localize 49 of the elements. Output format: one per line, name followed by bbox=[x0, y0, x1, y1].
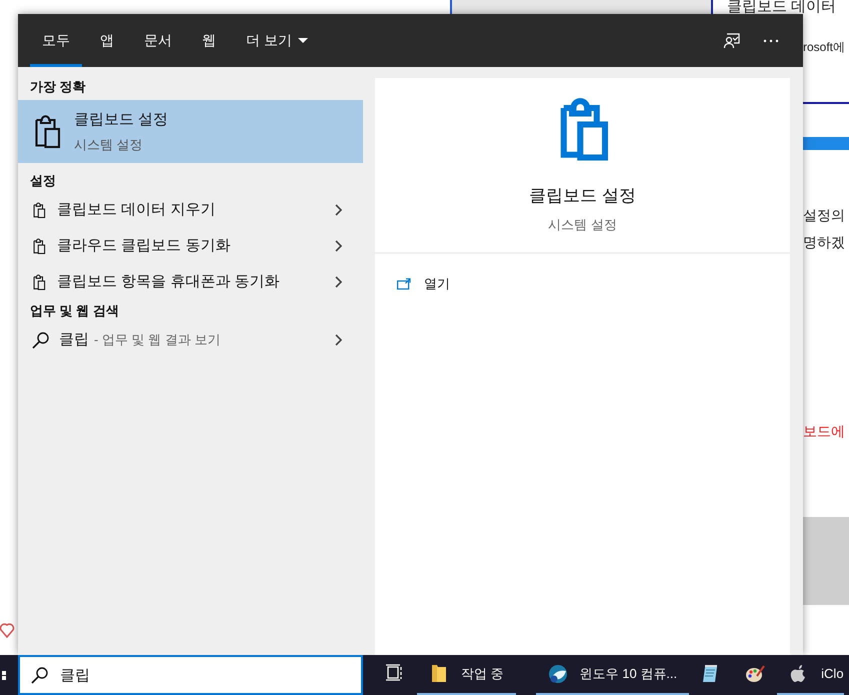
app-icon bbox=[548, 664, 568, 684]
open-action[interactable]: 열기 bbox=[397, 272, 790, 296]
folder-icon bbox=[429, 664, 449, 684]
result-label: 클립보드 데이터 지우기 bbox=[57, 200, 216, 220]
web-search-result[interactable]: 클립 - 업무 및 웹 결과 보기 bbox=[18, 322, 363, 358]
palette-icon bbox=[745, 664, 766, 684]
section-heading: 가장 정확 bbox=[29, 78, 87, 96]
banner-bar bbox=[803, 137, 849, 150]
page-text: 설정의 bbox=[803, 206, 845, 225]
clipboard-icon bbox=[32, 202, 46, 218]
page-heading: 클립보드 데이터 bbox=[727, 0, 836, 15]
page-text: 명하겠 bbox=[803, 233, 845, 252]
result-subtitle: 시스템 설정 bbox=[74, 136, 144, 154]
clipboard-icon bbox=[32, 274, 46, 290]
clipboard-icon bbox=[32, 238, 46, 254]
chevron-right-icon bbox=[334, 276, 343, 288]
settings-result[interactable]: 클립보드 데이터 지우기 bbox=[18, 192, 363, 228]
chevron-right-icon bbox=[334, 204, 343, 216]
taskbar-button[interactable]: iClo bbox=[777, 655, 844, 695]
filter-tab[interactable]: 앱 bbox=[88, 14, 126, 67]
open-external-icon bbox=[397, 278, 411, 290]
preview-title: 클립보드 설정 bbox=[529, 185, 636, 207]
more-dropdown[interactable]: 더 보기 bbox=[234, 14, 320, 67]
search-query: 클립 bbox=[59, 330, 89, 350]
best-match-item[interactable]: 클립보드 설정 시스템 설정 bbox=[18, 100, 363, 163]
settings-result[interactable]: 클라우드 클립보드 동기화 bbox=[18, 228, 363, 264]
feedback-icon[interactable] bbox=[723, 32, 741, 50]
filter-tab[interactable]: 문서 bbox=[132, 14, 184, 67]
caret-icon bbox=[298, 38, 308, 43]
search-icon bbox=[32, 332, 49, 348]
preview-subtitle: 시스템 설정 bbox=[548, 216, 617, 234]
taskbar-button[interactable]: 윈도우 10 컴퓨... bbox=[536, 655, 690, 695]
search-field[interactable]: 클립 bbox=[18, 655, 363, 695]
page-text: rosoft에 bbox=[803, 39, 846, 56]
result-label: 클립보드 항목을 휴대폰과 동기화 bbox=[57, 272, 281, 292]
section-heading: 설정 bbox=[29, 172, 57, 190]
result-label: 클라우드 클립보드 동기화 bbox=[57, 236, 232, 256]
section-heading: 업무 및 웹 검색 bbox=[29, 302, 120, 320]
taskbar-button[interactable]: 작업 중 bbox=[417, 655, 516, 695]
search-hint: - 업무 및 웹 결과 보기 bbox=[94, 331, 222, 350]
filter-tab[interactable]: 웹 bbox=[190, 14, 228, 67]
result-title: 클립보드 설정 bbox=[74, 110, 168, 130]
settings-result[interactable]: 클립보드 항목을 휴대폰과 동기화 bbox=[18, 264, 363, 300]
search-icon bbox=[31, 667, 48, 684]
chevron-right-icon bbox=[334, 240, 343, 252]
start-icon[interactable] bbox=[2, 670, 6, 680]
page-text: 보드에 bbox=[803, 422, 845, 441]
chevron-right-icon bbox=[334, 334, 343, 346]
more-icon[interactable] bbox=[763, 38, 779, 42]
